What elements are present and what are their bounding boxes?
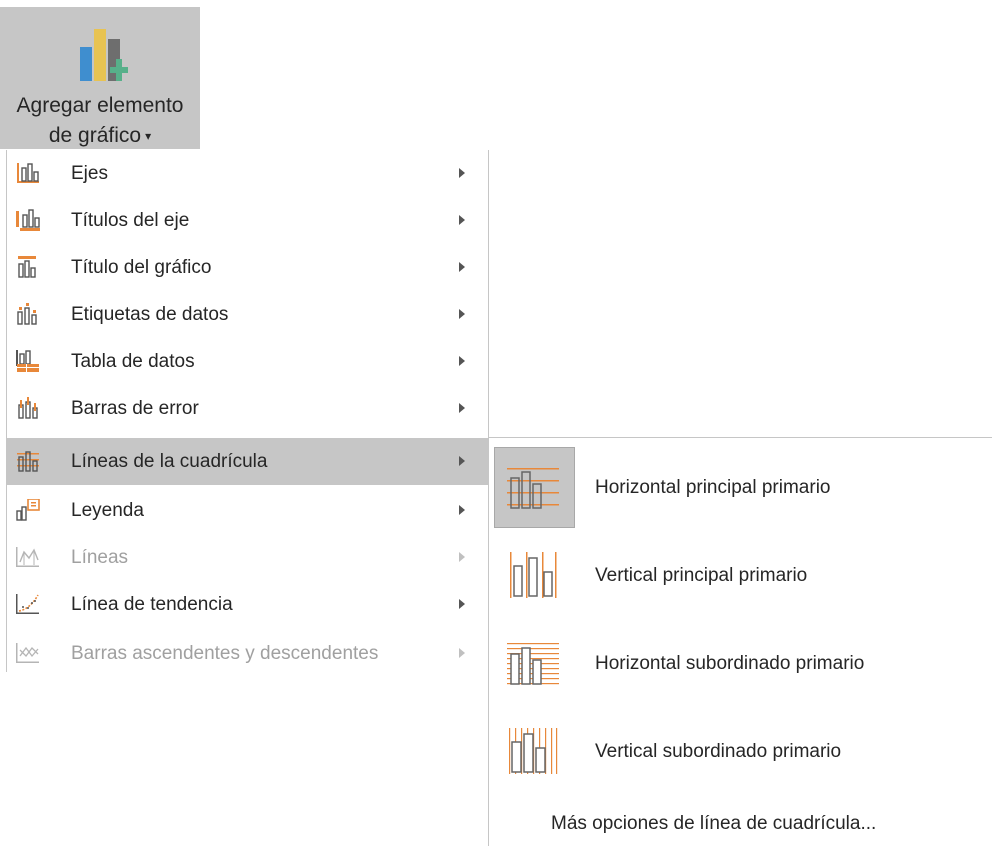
data-labels-icon bbox=[16, 303, 40, 325]
submenu-item-label: Horizontal subordinado primario bbox=[595, 653, 865, 674]
submenu-arrow-icon bbox=[459, 552, 465, 562]
menu-item-label: Título del gráfico bbox=[71, 257, 212, 278]
menu-item-label: Línea de tendencia bbox=[71, 594, 233, 615]
ribbon-label-line2: de gráfico bbox=[48, 124, 142, 147]
submenu-arrow-icon bbox=[459, 456, 465, 466]
horizontal-major-gridlines-icon bbox=[494, 447, 575, 528]
lines-icon bbox=[16, 546, 40, 568]
submenu-item-label: Vertical principal primario bbox=[595, 565, 808, 586]
vertical-major-gridlines-icon bbox=[495, 536, 574, 615]
axes-icon bbox=[16, 162, 40, 184]
menu-item-legend[interactable]: Leyenda bbox=[7, 487, 488, 534]
submenu-arrow-icon bbox=[459, 403, 465, 413]
gridlines-icon bbox=[16, 450, 40, 472]
submenu-arrow-icon bbox=[459, 356, 465, 366]
up-down-bars-icon bbox=[16, 642, 40, 664]
menu-item-error-bars[interactable]: Barras de error bbox=[7, 385, 488, 432]
submenu-item-horizontal-minor[interactable]: Horizontal subordinado primario bbox=[495, 624, 985, 710]
menu-border bbox=[488, 150, 489, 438]
submenu-arrow-icon bbox=[459, 215, 465, 225]
horizontal-minor-gridlines-icon bbox=[495, 624, 574, 703]
menu-item-trendline[interactable]: Línea de tendencia bbox=[7, 581, 488, 628]
menu-item-label: Leyenda bbox=[71, 500, 144, 521]
menu-item-data-table[interactable]: Tabla de datos bbox=[7, 338, 488, 385]
dropdown-caret-icon: ▾ bbox=[145, 129, 152, 144]
legend-icon bbox=[16, 498, 40, 521]
menu-item-gridlines[interactable]: Líneas de la cuadrícula bbox=[7, 438, 489, 485]
add-chart-element-button[interactable]: Agregar elemento de gráfico ▾ bbox=[0, 7, 200, 149]
submenu-arrow-icon bbox=[459, 648, 465, 658]
add-chart-element-icon bbox=[80, 25, 136, 83]
menu-item-label: Líneas bbox=[71, 547, 129, 568]
submenu-arrow-icon bbox=[459, 309, 465, 319]
submenu-item-horizontal-major[interactable]: Horizontal principal primario bbox=[494, 447, 985, 534]
menu-item-label: Etiquetas de datos bbox=[71, 304, 229, 325]
menu-item-label: Títulos del eje bbox=[71, 210, 190, 231]
submenu-arrow-icon bbox=[459, 505, 465, 515]
submenu-item-vertical-minor[interactable]: Vertical subordinado primario bbox=[495, 712, 985, 798]
gridlines-submenu: Horizontal principal primario Vertical p… bbox=[488, 437, 992, 846]
more-gridline-options-link[interactable]: Más opciones de línea de cuadrícula... bbox=[551, 809, 876, 839]
menu-item-up-down-bars[interactable]: Barras ascendentes y descendentes bbox=[7, 630, 488, 677]
menu-item-chart-title[interactable]: Título del gráfico bbox=[7, 244, 488, 291]
submenu-arrow-icon bbox=[459, 262, 465, 272]
menu-item-label: Líneas de la cuadrícula bbox=[71, 451, 268, 472]
menu-item-data-labels[interactable]: Etiquetas de datos bbox=[7, 291, 488, 338]
trendline-icon bbox=[16, 593, 40, 615]
submenu-item-label: Horizontal principal primario bbox=[595, 477, 831, 498]
error-bars-icon bbox=[16, 397, 40, 419]
submenu-item-vertical-major[interactable]: Vertical principal primario bbox=[495, 536, 985, 622]
data-table-icon bbox=[16, 350, 40, 372]
menu-item-label: Tabla de datos bbox=[71, 351, 195, 372]
submenu-arrow-icon bbox=[459, 599, 465, 609]
ribbon-label-line1: Agregar elemento bbox=[16, 94, 184, 117]
menu-item-lines[interactable]: Líneas bbox=[7, 534, 488, 581]
menu-item-axis-titles[interactable]: Títulos del eje bbox=[7, 197, 488, 244]
submenu-item-label: Vertical subordinado primario bbox=[595, 741, 842, 762]
submenu-arrow-icon bbox=[459, 168, 465, 178]
menu-item-axes[interactable]: Ejes bbox=[7, 150, 488, 197]
chart-title-icon bbox=[16, 256, 40, 278]
vertical-minor-gridlines-icon bbox=[495, 712, 574, 791]
axis-titles-icon bbox=[16, 209, 40, 231]
menu-item-label: Barras ascendentes y descendentes bbox=[71, 643, 379, 664]
menu-item-label: Barras de error bbox=[71, 398, 199, 419]
menu-item-label: Ejes bbox=[71, 163, 108, 184]
